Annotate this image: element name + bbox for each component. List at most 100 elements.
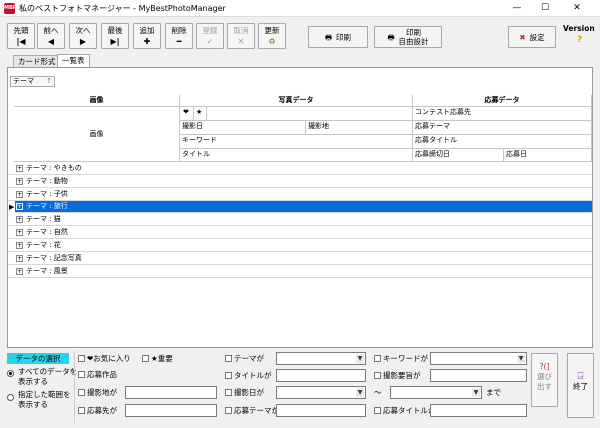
add-button[interactable]: 追加 ✚ [133, 23, 161, 49]
select-button[interactable]: ?(] 選び 出す [531, 353, 558, 407]
until-label: まで [486, 388, 501, 397]
select-icon: ?(] [539, 362, 550, 371]
header-apply-date: 応募日 [504, 149, 592, 162]
expand-icon: + [16, 242, 23, 249]
header-contest-data: 応募データ [413, 95, 592, 107]
group-by-chip[interactable]: テーマ ↑ [10, 76, 55, 87]
tilde-label: 〜 [374, 388, 382, 397]
important-checkbox[interactable]: ★重要 [142, 354, 173, 364]
star-header-icon: ★ [194, 107, 207, 121]
header-deadline: 応募締切日 [413, 149, 504, 162]
version-label: Version [563, 24, 595, 33]
radio-icon [7, 370, 14, 377]
header-photo-data: 写真データ [180, 95, 413, 107]
tab-card[interactable]: カード形式 [13, 55, 61, 67]
apply-title-input[interactable] [430, 404, 527, 417]
prev-icon: ◀ [47, 37, 55, 46]
shot-place-checkbox[interactable]: 撮影地が [78, 388, 117, 398]
theme-dropdown[interactable]: ▼ [276, 352, 366, 365]
maximize-button[interactable]: ☐ [534, 2, 556, 15]
next-icon: ▶ [79, 37, 87, 46]
close-button[interactable]: ✕ [566, 2, 588, 15]
group-row[interactable]: + テーマ : 花 [8, 240, 592, 252]
header-apply-theme: 応募テーマ [413, 121, 592, 135]
requirement-checkbox[interactable]: 撮影要旨が [374, 371, 421, 381]
minimize-button[interactable]: — [506, 2, 528, 15]
first-record-button[interactable]: 先頭 |◀ [7, 23, 35, 49]
app-icon: MBP [4, 3, 16, 14]
exit-door-icon: ⍈ [577, 371, 584, 382]
apply-theme-checkbox[interactable]: 応募テーマが [225, 406, 279, 416]
chevron-down-icon: ▼ [517, 354, 525, 363]
chevron-down-icon: ▼ [356, 388, 364, 397]
window-title: 私のベストフォトマネージャー - MyBestPhotoManager [19, 4, 226, 13]
current-row-icon: ▶ [9, 203, 15, 211]
group-row[interactable]: + テーマ : 猫 [8, 214, 592, 226]
print-button[interactable]: 🖶 印刷 [308, 26, 368, 48]
plus-icon: ✚ [143, 37, 151, 46]
save-button[interactable]: 登録 ✓ [196, 23, 224, 49]
radio-show-range[interactable] [7, 393, 14, 403]
header-keyword: キーワード [180, 135, 413, 149]
keyword-dropdown[interactable]: ▼ [430, 352, 527, 365]
header-title: タイトル [180, 149, 413, 162]
title-checkbox[interactable]: タイトルが [225, 371, 272, 381]
keyword-checkbox[interactable]: キーワードが [374, 354, 428, 364]
entry-checkbox[interactable]: 応募作品 [78, 370, 117, 380]
group-row-selected[interactable]: + テーマ : 旅行 [15, 201, 592, 213]
header-blank [207, 107, 413, 121]
expand-icon: + [16, 203, 23, 210]
printer-icon: 🖶 [387, 32, 395, 42]
prev-record-button[interactable]: 前へ ◀ [37, 23, 65, 49]
apply-to-input[interactable] [125, 404, 217, 417]
group-row[interactable]: + テーマ : 自然 [8, 227, 592, 239]
shot-date-checkbox[interactable]: 撮影日が [225, 388, 264, 398]
radio-show-range-label: 指定した範囲を 表示する [18, 390, 71, 409]
title-input[interactable] [276, 369, 366, 382]
check-icon: ✓ [206, 37, 214, 46]
recycle-icon: ♻ [268, 37, 276, 46]
shot-place-input[interactable] [125, 386, 217, 399]
cancel-button[interactable]: 取消 ✕ [227, 23, 255, 49]
header-shot-date: 撮影日 [180, 121, 306, 135]
theme-checkbox[interactable]: テーマが [225, 354, 264, 364]
apply-theme-input[interactable] [276, 404, 366, 417]
last-record-button[interactable]: 最後 ▶| [101, 23, 129, 49]
apply-title-checkbox[interactable]: 応募タイトルが [374, 406, 436, 416]
header-image-sub: 画像 [14, 107, 180, 162]
apply-to-checkbox[interactable]: 応募先が [78, 406, 117, 416]
group-row[interactable]: + テーマ : やきもの [8, 163, 592, 175]
settings-button[interactable]: ✖ 設定 [508, 26, 556, 48]
sort-icon: ↑ [46, 77, 52, 85]
shot-date-from-dropdown[interactable]: ▼ [276, 386, 366, 399]
first-icon: |◀ [16, 37, 26, 46]
requirement-input[interactable] [430, 369, 527, 382]
fav-checkbox[interactable]: ❤お気に入り [78, 354, 131, 364]
refresh-button[interactable]: 更新 ♻ [258, 23, 286, 49]
shot-date-to-dropdown[interactable]: ▼ [390, 386, 482, 399]
printer-icon: 🖶 [324, 32, 333, 42]
heart-header-icon: ❤ [180, 107, 194, 121]
radio-show-all[interactable] [7, 369, 14, 379]
delete-button[interactable]: 削除 ━ [165, 23, 193, 49]
chevron-down-icon: ▼ [356, 354, 364, 363]
expand-icon: + [16, 229, 23, 236]
data-selection-header: データの選択 [7, 353, 69, 364]
custom-print-button[interactable]: 🖶 印刷 自由設計 [374, 26, 442, 48]
exit-button[interactable]: ⍈ 終了 [567, 353, 594, 418]
group-row[interactable]: + テーマ : 記念写真 [8, 253, 592, 265]
header-contest-dest: コンテスト応募先 [413, 107, 592, 121]
help-icon[interactable]: ? [577, 35, 582, 45]
last-icon: ▶| [110, 37, 120, 46]
expand-icon: + [16, 178, 23, 185]
next-record-button[interactable]: 次へ ▶ [69, 23, 97, 49]
group-row[interactable]: + テーマ : 子供 [8, 189, 592, 201]
group-row[interactable]: + テーマ : 風景 [8, 266, 592, 278]
expand-icon: + [16, 268, 23, 275]
expand-icon: + [16, 216, 23, 223]
radio-show-all-label: すべてのデータを 表示する [18, 367, 78, 386]
tab-list[interactable]: 一覧表 [57, 54, 90, 67]
header-apply-title: 応募タイトル [413, 135, 592, 149]
x-icon: ✕ [237, 37, 245, 46]
group-row[interactable]: + テーマ : 動物 [8, 176, 592, 188]
